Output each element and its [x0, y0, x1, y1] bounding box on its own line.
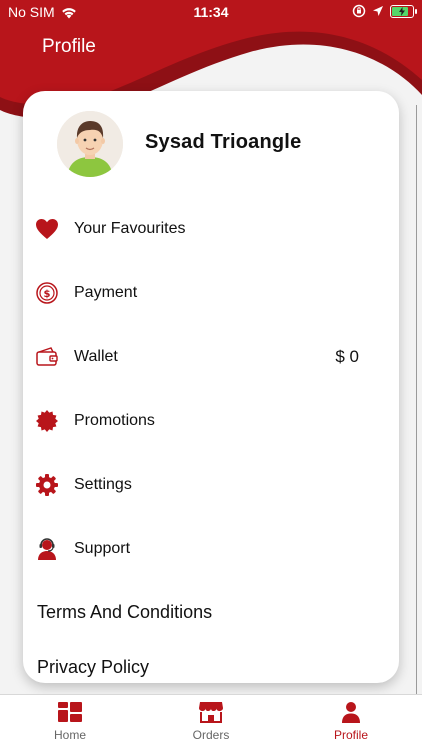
menu-item-label: Settings [74, 476, 132, 493]
location-arrow-icon [373, 6, 383, 16]
tab-orders[interactable]: Orders [141, 701, 281, 749]
tab-label: Home [53, 728, 86, 742]
heart-icon [35, 217, 59, 241]
menu-item-payment[interactable]: $ Payment [23, 271, 399, 315]
gear-icon [35, 473, 59, 497]
battery-icon [390, 4, 417, 18]
menu-item-label: Wallet [74, 348, 118, 365]
menu-item-label: Your Favourites [74, 220, 186, 237]
wallet-balance: $ 0 [335, 347, 359, 366]
home-grid-icon [58, 702, 82, 722]
menu-item-promotions[interactable]: Promotions [23, 399, 399, 443]
tab-home[interactable]: Home [0, 701, 140, 749]
tab-profile[interactable]: Profile [281, 701, 421, 749]
badge-icon [35, 409, 59, 433]
tab-label: Orders [192, 728, 230, 742]
store-icon [199, 702, 223, 723]
menu-item-settings[interactable]: Settings [23, 463, 399, 507]
tab-label: Profile [333, 728, 368, 742]
orientation-lock-icon [352, 4, 366, 18]
support-agent-icon [35, 537, 59, 561]
scroll-edge-divider [416, 105, 417, 695]
status-bar: No SIM 11:34 [0, 0, 422, 26]
privacy-policy-link[interactable]: Privacy Policy [37, 657, 149, 678]
tab-bar: Home Orders Profile [0, 694, 422, 751]
avatar[interactable] [57, 111, 123, 177]
person-icon [342, 702, 360, 723]
page-title: Profile [42, 36, 96, 57]
terms-and-conditions-link[interactable]: Terms And Conditions [37, 602, 212, 623]
svg-text:$: $ [44, 289, 51, 300]
menu-item-label: Payment [74, 284, 138, 301]
coin-icon: $ [35, 281, 59, 305]
menu-item-support[interactable]: Support [23, 527, 399, 571]
menu-item-favourites[interactable]: Your Favourites [23, 207, 399, 251]
menu-item-wallet[interactable]: Wallet $ 0 [23, 335, 399, 379]
wallet-icon [35, 345, 59, 369]
profile-card: Sysad Trioangle Your Favourites $ Paymen… [23, 91, 399, 683]
menu-item-label: Support [74, 540, 131, 557]
menu-item-label: Promotions [74, 412, 155, 429]
profile-name: Sysad Trioangle [145, 131, 302, 153]
